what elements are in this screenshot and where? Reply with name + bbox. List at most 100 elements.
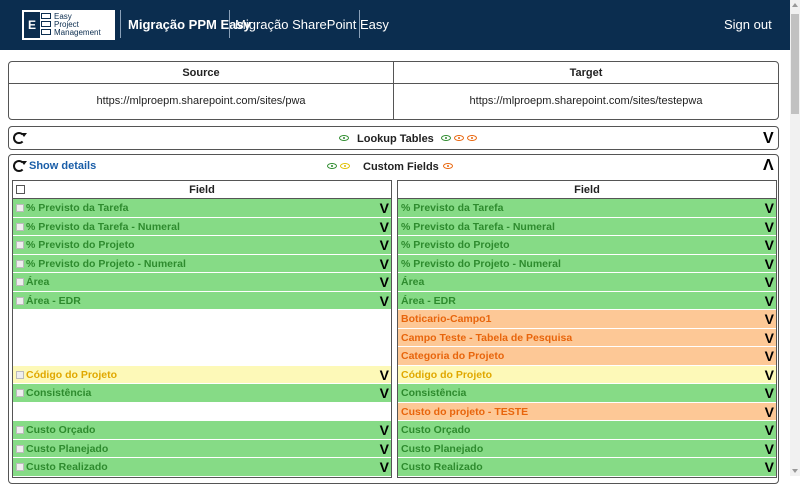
row-expand-chevron-icon[interactable]: V <box>765 255 774 273</box>
row-expand-chevron-icon[interactable]: V <box>380 366 389 384</box>
row-expand-chevron-icon[interactable]: V <box>380 440 389 458</box>
row-checkbox[interactable] <box>16 426 24 434</box>
nav-separator <box>229 10 230 38</box>
row-expand-chevron-icon[interactable]: V <box>765 199 774 217</box>
row-expand-chevron-icon[interactable]: V <box>380 218 389 236</box>
row-expand-chevron-icon[interactable]: V <box>765 292 774 310</box>
show-details-link[interactable]: Show details <box>29 160 96 172</box>
row-checkbox[interactable] <box>16 389 24 397</box>
field-row[interactable]: % Previsto do Projeto - Numeral V <box>398 254 776 273</box>
field-label: Código do Projeto <box>26 368 117 381</box>
field-label: Boticario-Campo1 <box>401 313 492 325</box>
field-label: % Previsto do Projeto - Numeral <box>401 257 561 270</box>
top-navbar: E Easy Project Management Migração PPM E… <box>0 0 790 50</box>
row-expand-chevron-icon[interactable]: V <box>765 236 774 254</box>
field-row[interactable]: Boticario-Campo1 V <box>398 310 776 329</box>
row-checkbox[interactable] <box>16 222 24 231</box>
field-row[interactable]: % Previsto do Projeto V <box>13 236 391 255</box>
row-expand-chevron-icon[interactable]: V <box>765 403 774 421</box>
row-expand-chevron-icon[interactable]: V <box>380 292 389 310</box>
expand-chevron-icon[interactable]: V <box>763 130 774 148</box>
field-row[interactable]: % Previsto da Tarefa V <box>13 199 391 218</box>
field-row[interactable]: Campo Teste - Tabela de Pesquisa V <box>398 328 776 347</box>
row-expand-chevron-icon[interactable]: V <box>380 421 389 439</box>
row-expand-chevron-icon[interactable]: V <box>765 421 774 439</box>
row-expand-chevron-icon[interactable]: V <box>380 236 389 254</box>
refresh-icon[interactable] <box>13 132 27 144</box>
field-row[interactable]: Custo Realizado V <box>398 458 776 477</box>
row-expand-chevron-icon[interactable]: V <box>765 366 774 384</box>
row-expand-chevron-icon[interactable]: V <box>765 440 774 458</box>
target-header: Target <box>394 62 778 84</box>
field-row[interactable]: Área - EDR V <box>13 291 391 310</box>
row-expand-chevron-icon[interactable]: V <box>765 273 774 291</box>
row-checkbox[interactable] <box>16 241 24 249</box>
field-row[interactable]: Área V <box>398 273 776 292</box>
nav-separator <box>120 10 121 38</box>
field-row[interactable]: Código do Projeto V <box>13 365 391 384</box>
row-checkbox[interactable] <box>16 370 24 379</box>
row-expand-chevron-icon[interactable]: V <box>765 310 774 328</box>
eye-icon <box>340 163 350 169</box>
row-checkbox[interactable] <box>16 296 24 305</box>
nav-brand-link[interactable]: Migração PPM Easy <box>128 17 251 32</box>
field-label: % Previsto da Tarefa <box>26 202 129 214</box>
nav-sharepoint-link[interactable]: Migração SharePoint Easy <box>235 17 389 32</box>
field-row[interactable]: % Previsto da Tarefa - Numeral V <box>398 217 776 236</box>
refresh-icon[interactable] <box>13 160 27 172</box>
row-checkbox[interactable] <box>16 204 24 212</box>
custom-fields-title: Custom Fields <box>363 161 439 173</box>
scroll-up-icon[interactable] <box>792 3 798 7</box>
row-checkbox[interactable] <box>16 278 24 286</box>
row-expand-chevron-icon[interactable]: V <box>765 458 774 476</box>
custom-fields-panel: Show details Custom Fields Λ Field % Pre… <box>8 154 779 484</box>
eye-icon <box>339 135 349 141</box>
field-row[interactable]: Código do Projeto V <box>398 365 776 384</box>
field-label: Custo Orçado <box>26 424 96 436</box>
field-row[interactable]: Custo Orçado V <box>13 421 391 440</box>
field-row[interactable]: % Previsto da Tarefa V <box>398 199 776 218</box>
field-row[interactable]: Custo Orçado V <box>398 421 776 440</box>
scrollbar-thumb[interactable] <box>791 14 799 114</box>
row-expand-chevron-icon[interactable]: V <box>765 329 774 347</box>
row-expand-chevron-icon[interactable]: V <box>380 384 389 402</box>
field-label: Categoria do Projeto <box>401 350 505 362</box>
row-expand-chevron-icon[interactable]: V <box>380 458 389 476</box>
source-fields-header: Field <box>13 181 391 199</box>
row-checkbox[interactable] <box>16 463 24 471</box>
row-expand-chevron-icon[interactable]: V <box>380 199 389 217</box>
row-expand-chevron-icon[interactable]: V <box>765 347 774 365</box>
field-row[interactable]: Custo Realizado V <box>13 458 391 477</box>
field-row[interactable]: Consistência V <box>398 384 776 403</box>
field-row[interactable]: % Previsto do Projeto V <box>398 236 776 255</box>
row-expand-chevron-icon[interactable]: V <box>765 218 774 236</box>
field-row[interactable]: Consistência V <box>13 384 391 403</box>
page-scrollbar[interactable] <box>790 0 800 476</box>
select-all-checkbox[interactable] <box>16 185 25 194</box>
field-row[interactable]: Custo do projeto - TESTE V <box>398 402 776 421</box>
field-label: Área <box>26 276 50 288</box>
field-row[interactable]: % Previsto da Tarefa - Numeral V <box>13 217 391 236</box>
field-label: Consistência <box>26 387 92 399</box>
field-row[interactable]: Área V <box>13 273 391 292</box>
field-row[interactable]: Categoria do Projeto V <box>398 347 776 366</box>
field-label: Consistência <box>401 387 467 399</box>
row-checkbox[interactable] <box>16 259 24 268</box>
source-fields-rows: % Previsto da Tarefa V% Previsto da Taref… <box>13 199 391 477</box>
row-expand-chevron-icon[interactable]: V <box>380 255 389 273</box>
row-expand-chevron-icon[interactable]: V <box>765 384 774 402</box>
scroll-down-icon[interactable] <box>792 469 798 473</box>
field-row[interactable]: % Previsto do Projeto - Numeral V <box>13 254 391 273</box>
lookup-tables-panel[interactable]: Lookup Tables V <box>8 126 779 150</box>
row-checkbox[interactable] <box>16 444 24 453</box>
collapse-chevron-icon[interactable]: Λ <box>763 157 774 175</box>
sign-out-link[interactable]: Sign out <box>724 17 772 32</box>
field-row <box>13 402 391 421</box>
app-logo[interactable]: E Easy Project Management <box>22 10 115 40</box>
field-row[interactable]: Área - EDR V <box>398 291 776 310</box>
field-label: Área - EDR <box>401 294 456 307</box>
field-row[interactable]: Custo Planejado V <box>13 439 391 458</box>
field-label: Área <box>401 276 425 288</box>
field-row[interactable]: Custo Planejado V <box>398 439 776 458</box>
row-expand-chevron-icon[interactable]: V <box>380 273 389 291</box>
